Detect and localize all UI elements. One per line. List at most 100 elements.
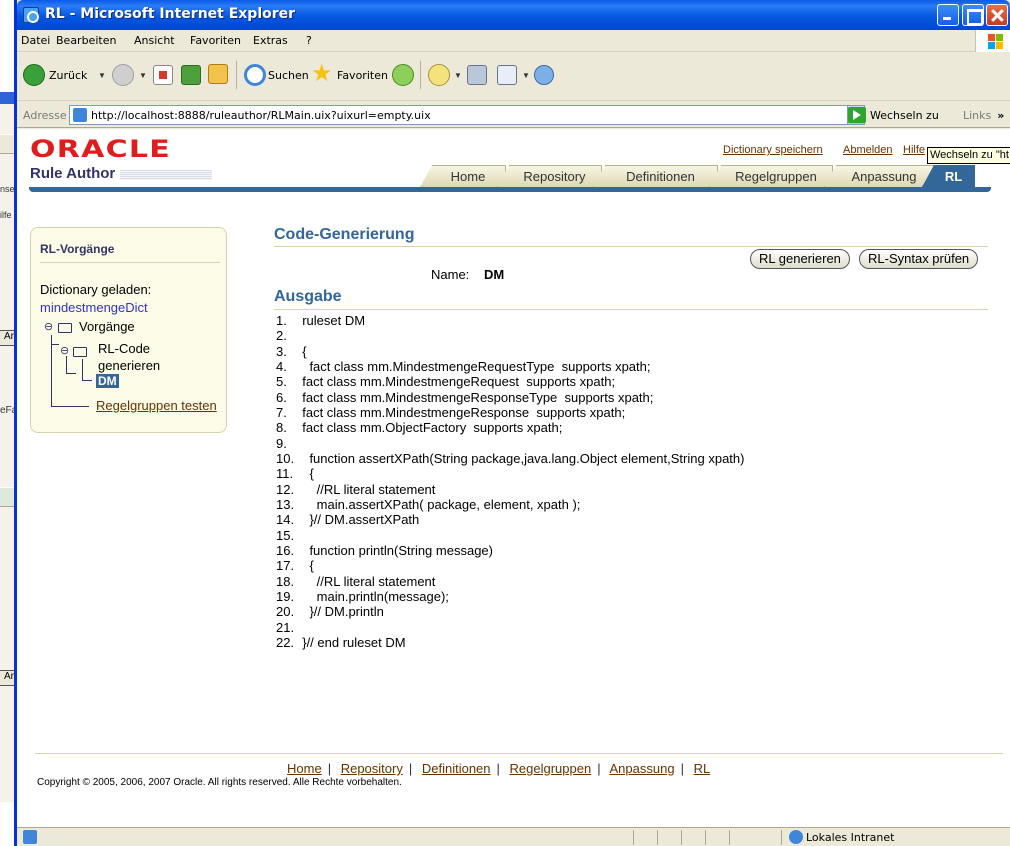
collapse-icon[interactable]: ⊖: [44, 320, 53, 333]
links-label[interactable]: Links: [963, 109, 991, 122]
code-line-number: 1.: [276, 313, 287, 328]
tab-underline: [29, 187, 991, 192]
code-line: 7. fact class mm.MindestmengeResponse su…: [276, 405, 986, 420]
favorites-star-icon[interactable]: ★: [311, 59, 333, 88]
code-line: 5. fact class mm.MindestmengeRequest sup…: [276, 374, 986, 389]
code-line: 18. //RL literal statement: [276, 574, 986, 589]
messenger-icon[interactable]: [534, 65, 554, 85]
code-line-text: fact class mm.ObjectFactory supports xpa…: [295, 420, 563, 436]
page-done-icon: [23, 830, 37, 844]
refresh-icon[interactable]: [181, 65, 201, 85]
code-line-text: //RL literal statement: [295, 573, 436, 589]
footer-link-repository[interactable]: Repository: [341, 761, 403, 776]
code-line-text: {: [295, 558, 314, 574]
footer-link-regelgruppen[interactable]: Regelgruppen: [510, 761, 592, 776]
code-line-number: 3.: [276, 343, 287, 359]
dictionary-name: mindestmengeDict: [40, 300, 148, 315]
back-dropdown-icon[interactable]: ▼: [98, 71, 106, 80]
code-line: 16. function println(String message): [276, 543, 986, 558]
footer-link-rl[interactable]: RL: [694, 761, 711, 776]
output-rule: [274, 309, 988, 310]
code-line-number: 22.: [276, 634, 295, 650]
windows-flag-icon: [975, 30, 1010, 52]
sidebar-title: RL-Vorgänge: [40, 242, 115, 256]
code-line: 8. fact class mm.ObjectFactory supports …: [276, 420, 986, 435]
code-line-text: fact class mm.MindestmengeRequest suppor…: [295, 374, 616, 390]
code-line: 6. fact class mm.MindestmengeResponseTyp…: [276, 390, 986, 405]
background-text-fragment: nse: [0, 184, 15, 194]
tab-anpassung[interactable]: Anpassung: [824, 165, 934, 187]
forward-arrow-icon[interactable]: [112, 64, 134, 86]
stop-icon[interactable]: [153, 65, 173, 85]
forward-dropdown-icon[interactable]: ▼: [139, 71, 147, 80]
footer-link-anpassung[interactable]: Anpassung: [610, 761, 675, 776]
status-bar: Lokales Intranet: [17, 827, 1010, 846]
tree-node-dm-selected[interactable]: DM: [96, 374, 119, 388]
tree-node-generieren[interactable]: generieren: [98, 358, 160, 373]
tab-home[interactable]: Home: [420, 165, 506, 187]
regelgruppen-testen-link[interactable]: Regelgruppen testen: [96, 398, 217, 413]
code-line-number: 11.: [276, 466, 294, 482]
menu-help[interactable]: ?: [306, 34, 312, 47]
address-bar: Adresse http://localhost:8888/ruleauthor…: [17, 102, 1010, 128]
minimize-button[interactable]: [937, 4, 959, 26]
tree-node-rl-code[interactable]: RL-Code: [98, 341, 150, 356]
edit-dropdown-icon[interactable]: ▼: [522, 71, 530, 80]
code-line-number: 13.: [276, 496, 295, 512]
menu-datei[interactable]: Datei: [21, 34, 50, 47]
print-icon[interactable]: [467, 65, 487, 85]
footer-link-home[interactable]: Home: [287, 761, 322, 776]
mail-icon[interactable]: [428, 64, 450, 86]
code-line: 20. }// DM.println: [276, 604, 986, 619]
history-icon[interactable]: [392, 64, 414, 86]
help-link[interactable]: Hilfe: [903, 144, 925, 156]
code-line-number: 21.: [276, 619, 295, 635]
footer-rule: [35, 753, 1003, 754]
menu-favoriten[interactable]: Favoriten: [190, 34, 241, 47]
tab-regelgruppen[interactable]: Regelgruppen: [709, 165, 833, 187]
code-line-number: 2.: [276, 328, 287, 344]
go-button[interactable]: Wechseln zu: [870, 109, 939, 122]
title-bar[interactable]: RL - Microsoft Internet Explorer: [17, 0, 1010, 30]
links-toolbar[interactable]: Links »: [963, 109, 1004, 122]
code-line-text: {: [295, 466, 314, 482]
back-arrow-icon[interactable]: [23, 64, 45, 86]
search-icon[interactable]: [244, 64, 266, 86]
tab-definitionen[interactable]: Definitionen: [593, 165, 718, 187]
toolbar-separator: [236, 61, 237, 89]
code-line-text: function assertXPath(String package,java…: [295, 450, 745, 466]
code-line: 4. fact class mm.MindestmengeRequestType…: [276, 359, 986, 374]
menu-ansicht[interactable]: Ansicht: [134, 34, 175, 47]
code-line: 9.: [276, 436, 986, 451]
menu-extras[interactable]: Extras: [253, 34, 288, 47]
chevron-right-icon[interactable]: »: [997, 109, 1004, 122]
home-icon[interactable]: [208, 64, 228, 84]
code-line-number: 7.: [276, 404, 287, 420]
logout-link[interactable]: Abmelden: [843, 144, 893, 156]
footer-link-definitionen[interactable]: Definitionen: [422, 761, 491, 776]
check-syntax-button[interactable]: RL-Syntax prüfen: [859, 249, 979, 269]
code-line: 2.: [276, 328, 986, 343]
code-line-number: 8.: [276, 420, 287, 436]
save-dictionary-link[interactable]: Dictionary speichern: [723, 144, 823, 156]
edit-icon[interactable]: [497, 65, 517, 85]
address-input[interactable]: http://localhost:8888/ruleauthor/RLMain.…: [69, 105, 865, 125]
favorites-button[interactable]: Favoriten: [337, 69, 388, 82]
back-button[interactable]: Zurück: [49, 69, 87, 82]
go-arrow-icon[interactable]: [848, 107, 866, 123]
address-label: Adresse: [23, 109, 67, 122]
close-button[interactable]: [986, 4, 1008, 26]
search-button[interactable]: Suchen: [268, 69, 309, 82]
code-line: 19. main.println(message);: [276, 589, 986, 604]
menu-bearbeiten[interactable]: Bearbeiten: [56, 34, 116, 47]
page-title: Code-Generierung: [274, 226, 415, 243]
status-cell: [657, 830, 658, 845]
maximize-button[interactable]: [962, 4, 984, 26]
tree-node-vorgaenge[interactable]: Vorgänge: [79, 319, 135, 334]
address-url[interactable]: http://localhost:8888/ruleauthor/RLMain.…: [91, 109, 431, 122]
tab-repository[interactable]: Repository: [497, 165, 602, 187]
code-line-number: 5.: [276, 374, 287, 390]
code-line-text: fact class mm.MindestmengeResponse suppo…: [295, 404, 626, 420]
generate-rl-button[interactable]: RL generieren: [750, 249, 850, 269]
mail-dropdown-icon[interactable]: ▼: [454, 71, 462, 80]
